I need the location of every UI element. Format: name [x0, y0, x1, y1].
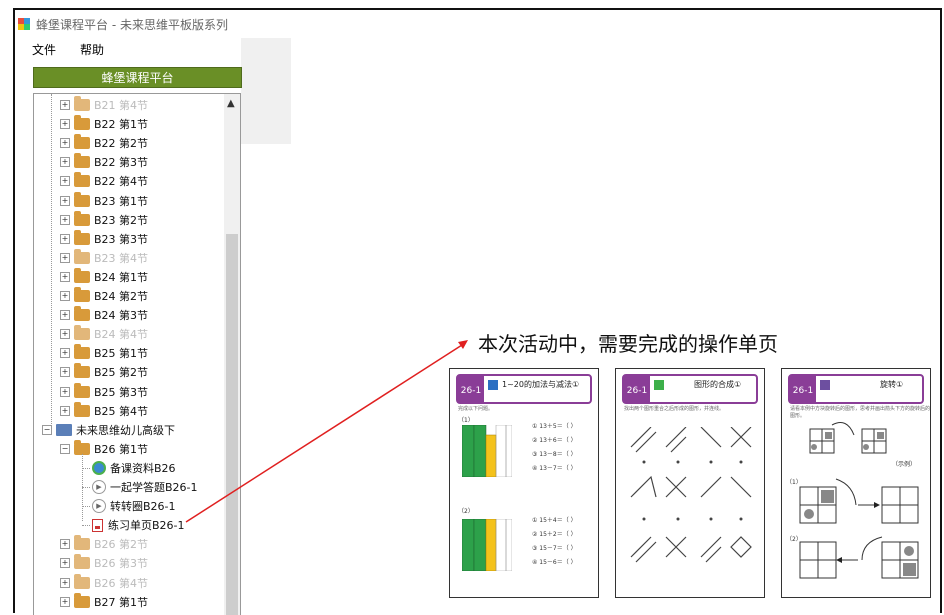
- problem-item: ④ 13－7＝（ ）: [532, 465, 577, 472]
- problem-item: ③ 13－8＝（ ）: [532, 451, 577, 458]
- purple-tag-icon: [820, 380, 830, 390]
- problem-item: ② 15＋2＝（ ）: [532, 531, 577, 538]
- problem-item: ② 13＋6＝（ ）: [532, 437, 577, 444]
- problem-item: ① 13＋5＝（ ）: [532, 423, 577, 430]
- card-title: 图形的合成①: [694, 380, 742, 389]
- card-badge: 26-1: [790, 376, 816, 402]
- worksheet-card-rotation: 26-1 旋转① 请看本例中方块旋转后的图形，思考并画出箭头下方的旋转后的图形。…: [781, 368, 931, 598]
- shape-lines-illustration: [630, 427, 752, 563]
- card-instruction: 找出两个图形重合之后形成的图形，并连线。: [624, 406, 725, 412]
- card-header: 26-1 1~20的加法与减法①: [456, 374, 592, 404]
- example-label: （示例）: [892, 461, 917, 468]
- card-badge: 26-1: [624, 376, 650, 402]
- problem-item: ④ 15－6＝（ ）: [532, 559, 577, 566]
- part-label: （1）: [458, 417, 474, 424]
- card-title: 旋转①: [880, 380, 904, 389]
- part-label: （1）: [786, 479, 802, 486]
- card-title: 1~20的加法与减法①: [502, 380, 580, 389]
- card-instruction: 完成以下问题。: [458, 406, 494, 412]
- problem-item: ① 15＋4＝（ ）: [532, 517, 577, 524]
- card-header: 26-1 图形的合成①: [622, 374, 758, 404]
- blue-tag-icon: [488, 380, 498, 390]
- card-header: 26-1 旋转①: [788, 374, 924, 404]
- problem-item: ③ 15－7＝（ ）: [532, 545, 577, 552]
- worksheet-card-shapes: 26-1 图形的合成① 找出两个图形重合之后形成的图形，并连线。: [615, 368, 765, 598]
- rotation-illustration: [799, 422, 919, 579]
- cube-stack-illustration: [462, 519, 512, 571]
- worksheet-card-addition: 26-1 1~20的加法与减法① 完成以下问题。 （1） ① 13＋5＝（ ） …: [449, 368, 599, 598]
- part-label: （2）: [786, 536, 802, 543]
- green-tag-icon: [654, 380, 664, 390]
- part-label: （2）: [458, 508, 474, 515]
- card-badge: 26-1: [458, 376, 484, 402]
- cube-stack-illustration: [462, 425, 512, 477]
